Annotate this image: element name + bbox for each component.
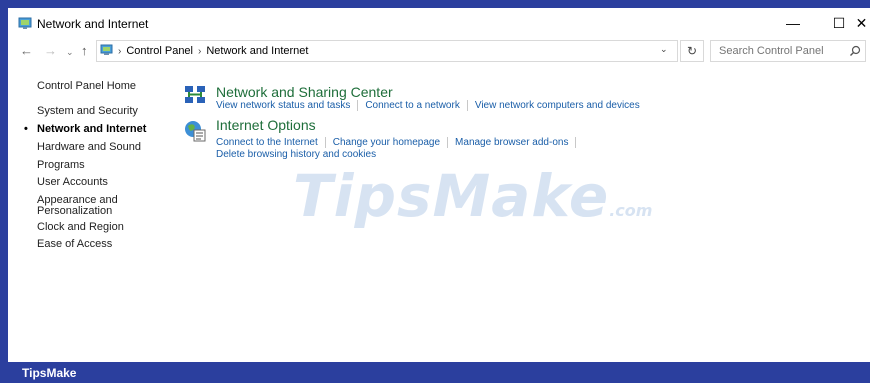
network-task-links: View network status and tasks Connect to … (216, 100, 640, 111)
active-bullet-icon: • (24, 123, 28, 135)
sidebar-item-network-and-internet[interactable]: • Network and Internet (24, 123, 147, 135)
refresh-icon: ↻ (686, 44, 698, 58)
manage-add-ons-link[interactable]: Manage browser add-ons (455, 137, 568, 148)
breadcrumb-separator: › (118, 46, 122, 57)
breadcrumb-separator: › (198, 46, 202, 57)
category-internet-options: Internet Options Connect to the Internet… (184, 117, 824, 160)
link-divider (466, 100, 468, 111)
link-divider (357, 100, 359, 111)
control-panel-icon (100, 44, 113, 55)
recent-locations-icon[interactable]: ⌄ (66, 47, 74, 58)
control-panel-window: Network and Internet — ☐ ✕ ← → ⌄ ↑ › Cont… (8, 8, 870, 362)
chevron-down-icon[interactable]: ⌄ (660, 44, 668, 55)
search-box[interactable] (710, 40, 866, 62)
breadcrumb-network-and-internet[interactable]: Network and Internet (206, 45, 308, 57)
network-sharing-icon[interactable] (184, 84, 206, 106)
sidebar-item-system-and-security[interactable]: System and Security (37, 105, 138, 117)
forward-arrow-icon[interactable]: → (44, 43, 57, 58)
breadcrumb: › Control Panel › Network and Internet (118, 45, 308, 57)
internet-task-links-row2: Delete browsing history and cookies (216, 149, 376, 160)
sidebar-item-hardware-and-sound[interactable]: Hardware and Sound (37, 141, 141, 153)
close-button[interactable]: ✕ (853, 8, 870, 38)
footer-bar: TipsMake (0, 362, 870, 383)
refresh-button[interactable]: ↻ (680, 40, 704, 62)
watermark-suffix: .com (609, 201, 653, 220)
internet-task-links: Connect to the Internet Change your homep… (216, 137, 583, 148)
sidebar-item-control-panel-home[interactable]: Control Panel Home (37, 80, 136, 92)
change-homepage-link[interactable]: Change your homepage (333, 137, 440, 148)
view-network-status-link[interactable]: View network status and tasks (216, 100, 350, 111)
footer-brand: TipsMake (22, 366, 77, 380)
search-input[interactable] (719, 43, 839, 59)
address-row: ← → ⌄ ↑ › Control Panel › Network and Inter… (8, 38, 870, 64)
sidebar-item-user-accounts[interactable]: User Accounts (37, 176, 108, 188)
link-divider (324, 137, 326, 148)
network-and-sharing-center-link[interactable]: Network and Sharing Center (216, 84, 393, 100)
sidebar-item-clock-and-region[interactable]: Clock and Region (37, 221, 124, 233)
back-arrow-icon[interactable]: ← (20, 43, 33, 58)
up-arrow-icon[interactable]: ↑ (81, 43, 88, 58)
internet-options-icon[interactable] (184, 120, 206, 142)
connect-to-network-link[interactable]: Connect to a network (365, 100, 460, 111)
sidebar-item-ease-of-access[interactable]: Ease of Access (37, 238, 112, 250)
control-panel-icon (18, 17, 32, 29)
connect-to-internet-link[interactable]: Connect to the Internet (216, 137, 318, 148)
internet-options-link[interactable]: Internet Options (216, 117, 316, 133)
address-bar[interactable]: › Control Panel › Network and Internet ⌄ (96, 40, 678, 62)
watermark-text: TipsMake (293, 162, 610, 230)
breadcrumb-control-panel[interactable]: Control Panel (126, 45, 193, 57)
link-divider (575, 137, 577, 148)
title-bar: Network and Internet — ☐ ✕ (8, 8, 870, 38)
minimize-button[interactable]: — (770, 8, 816, 38)
view-network-computers-link[interactable]: View network computers and devices (475, 100, 640, 111)
window-title: Network and Internet (37, 17, 149, 31)
link-divider (447, 137, 449, 148)
watermark: TipsMake.com (293, 166, 652, 241)
search-icon[interactable] (849, 45, 861, 57)
sidebar-item-personalization[interactable]: Personalization (37, 205, 112, 217)
sidebar-item-programs[interactable]: Programs (37, 159, 85, 171)
category-network-and-sharing-center: Network and Sharing Center View network … (184, 84, 824, 118)
delete-browsing-history-link[interactable]: Delete browsing history and cookies (216, 149, 376, 160)
sidebar-item-label: Network and Internet (37, 123, 147, 135)
